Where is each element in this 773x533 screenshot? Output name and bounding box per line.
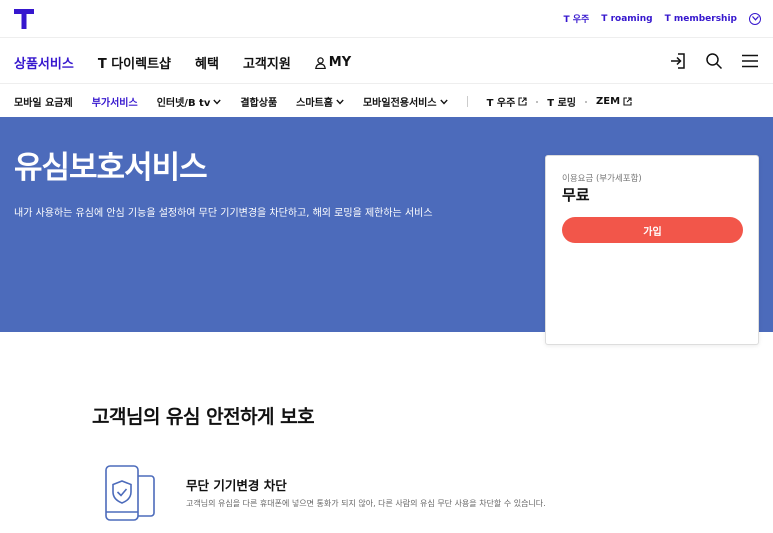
gnb-item-benefits[interactable]: 혜택: [195, 53, 219, 72]
section-title: 고객님의 유심 안전하게 보호: [92, 402, 314, 429]
join-button[interactable]: 가입: [562, 217, 743, 243]
global-navigation: 상품서비스 T 다이렉트샵 혜택 고객지원 MY: [0, 39, 773, 84]
lnb-item-addon-services[interactable]: 부가서비스: [92, 94, 138, 109]
lnb-divider: [467, 96, 468, 107]
lnb-item-internet-btv[interactable]: 인터넷/B tv: [157, 94, 222, 109]
login-icon[interactable]: [669, 52, 687, 70]
hamburger-menu-icon[interactable]: [741, 52, 759, 70]
top-links: T 우주 T roaming T membership: [563, 12, 761, 25]
lnb-ext-zem[interactable]: ZEM: [596, 96, 632, 107]
chevron-down-circle-icon[interactable]: [749, 13, 761, 25]
external-link-icon: [623, 97, 632, 106]
feature-description: 고객님의 유심을 다른 휴대폰에 넣으면 통화가 되지 않아, 다른 사람의 유…: [186, 498, 546, 509]
lnb-dot: [585, 101, 587, 103]
top-link-tuniverse[interactable]: T 우주: [563, 12, 589, 25]
search-icon[interactable]: [705, 52, 723, 70]
feature-title: 무단 기기변경 차단: [186, 475, 287, 494]
price-card: 이용요금 (부가세포함) 무료 가입: [545, 155, 759, 345]
lnb-ext-label-zem: ZEM: [596, 96, 620, 107]
lnb-item-mobile-plan[interactable]: 모바일 요금제: [14, 94, 73, 109]
hero-description: 내가 사용하는 유심에 안심 기능을 설정하여 무단 기기변경을 차단하고, 해…: [14, 204, 433, 219]
phone-shield-icon: [104, 464, 158, 522]
page-title: 유심보호서비스: [14, 142, 207, 187]
tworld-logo-icon[interactable]: [14, 9, 34, 29]
gnb-my-label: MY: [329, 55, 351, 70]
top-utility-bar: T 우주 T roaming T membership: [0, 0, 773, 38]
lnb-ext-label-tuniverse: T 우주: [487, 94, 516, 109]
external-link-icon: [518, 97, 527, 106]
lnb-label-internet-btv: 인터넷/B tv: [157, 94, 211, 109]
gnb-item-direct-shop[interactable]: T 다이렉트샵: [98, 53, 171, 72]
lnb-label-mobile-only: 모바일전용서비스: [363, 94, 437, 109]
lnb-ext-troaming[interactable]: T 로밍: [547, 94, 576, 109]
gnb-menu: 상품서비스 T 다이렉트샵 혜택 고객지원 MY: [14, 53, 351, 72]
chevron-down-icon: [336, 99, 344, 105]
gnb-item-support[interactable]: 고객지원: [243, 53, 291, 72]
lnb-ext-tuniverse[interactable]: T 우주: [487, 94, 528, 109]
chevron-down-icon: [213, 99, 221, 105]
lnb-label-smarthome: 스마트홈: [296, 94, 333, 109]
chevron-down-icon: [440, 99, 448, 105]
gnb-item-products[interactable]: 상품서비스: [14, 53, 74, 72]
lnb-item-bundle[interactable]: 결합상품: [240, 94, 277, 109]
sub-navigation: 모바일 요금제 부가서비스 인터넷/B tv 결합상품 스마트홈 모바일전용서비…: [0, 85, 773, 117]
lnb-item-mobile-only[interactable]: 모바일전용서비스: [363, 94, 448, 109]
lnb-dot: [536, 101, 538, 103]
price-label: 이용요금 (부가세포함): [562, 172, 642, 184]
user-icon: [315, 57, 326, 69]
gnb-icons: [669, 52, 759, 70]
gnb-item-my[interactable]: MY: [315, 53, 351, 72]
lnb-menu: 모바일 요금제 부가서비스 인터넷/B tv 결합상품 스마트홈 모바일전용서비…: [14, 94, 651, 109]
price-value: 무료: [562, 184, 590, 205]
top-link-tmembership[interactable]: T membership: [665, 14, 737, 24]
lnb-item-smarthome[interactable]: 스마트홈: [296, 94, 344, 109]
top-link-troaming[interactable]: T roaming: [601, 14, 652, 24]
